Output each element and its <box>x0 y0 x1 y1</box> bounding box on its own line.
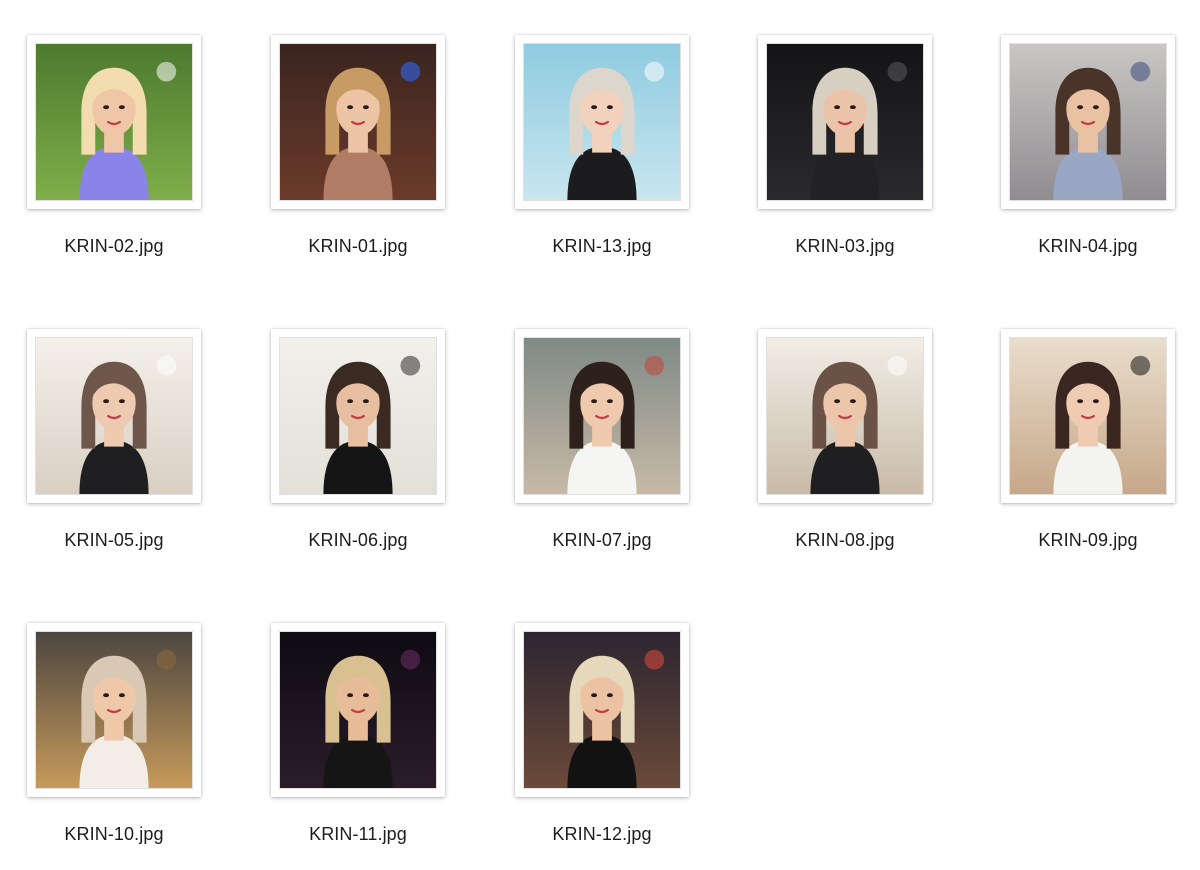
file-item[interactable]: KRIN-07.jpg <box>502 329 702 589</box>
photo-preview <box>279 43 437 201</box>
image-thumbnail[interactable] <box>515 35 689 209</box>
image-thumbnail[interactable] <box>271 329 445 503</box>
photo-preview <box>523 43 681 201</box>
image-thumbnail[interactable] <box>758 329 932 503</box>
file-name-label[interactable]: KRIN-06.jpg <box>258 530 458 551</box>
file-name-label[interactable]: KRIN-08.jpg <box>745 530 945 551</box>
image-thumbnail[interactable] <box>758 35 932 209</box>
photo-preview <box>35 337 193 495</box>
file-name-label[interactable]: KRIN-13.jpg <box>502 236 702 257</box>
image-thumbnail[interactable] <box>271 623 445 797</box>
file-name-label[interactable]: KRIN-01.jpg <box>258 236 458 257</box>
photo-preview <box>766 337 924 495</box>
file-name-label[interactable]: KRIN-09.jpg <box>988 530 1188 551</box>
photo-preview <box>35 43 193 201</box>
image-thumbnail[interactable] <box>27 623 201 797</box>
file-item[interactable]: KRIN-02.jpg <box>14 35 214 295</box>
file-item[interactable]: KRIN-04.jpg <box>988 35 1188 295</box>
image-thumbnail[interactable] <box>1001 35 1175 209</box>
photo-preview <box>766 43 924 201</box>
file-item[interactable]: KRIN-06.jpg <box>258 329 458 589</box>
image-thumbnail[interactable] <box>515 623 689 797</box>
photo-preview <box>523 631 681 789</box>
file-name-label[interactable]: KRIN-10.jpg <box>14 824 214 845</box>
image-thumbnail[interactable] <box>515 329 689 503</box>
file-item[interactable]: KRIN-01.jpg <box>258 35 458 295</box>
file-name-label[interactable]: KRIN-04.jpg <box>988 236 1188 257</box>
photo-preview <box>279 631 437 789</box>
file-item[interactable]: KRIN-10.jpg <box>14 623 214 870</box>
image-thumbnail[interactable] <box>271 35 445 209</box>
photo-preview <box>1009 43 1167 201</box>
photo-preview <box>279 337 437 495</box>
file-name-label[interactable]: KRIN-07.jpg <box>502 530 702 551</box>
image-thumbnail[interactable] <box>1001 329 1175 503</box>
file-name-label[interactable]: KRIN-05.jpg <box>14 530 214 551</box>
file-name-label[interactable]: KRIN-12.jpg <box>502 824 702 845</box>
file-grid: KRIN-02.jpg KRIN-01.jpg KRIN-13.jpg KRIN… <box>0 0 1200 870</box>
file-item[interactable]: KRIN-09.jpg <box>988 329 1188 589</box>
image-thumbnail[interactable] <box>27 35 201 209</box>
photo-preview <box>35 631 193 789</box>
file-item[interactable]: KRIN-12.jpg <box>502 623 702 870</box>
file-item[interactable]: KRIN-11.jpg <box>258 623 458 870</box>
file-item[interactable]: KRIN-08.jpg <box>745 329 945 589</box>
photo-preview <box>1009 337 1167 495</box>
file-name-label[interactable]: KRIN-02.jpg <box>14 236 214 257</box>
file-name-label[interactable]: KRIN-03.jpg <box>745 236 945 257</box>
file-item[interactable]: KRIN-03.jpg <box>745 35 945 295</box>
file-item[interactable]: KRIN-13.jpg <box>502 35 702 295</box>
file-item[interactable]: KRIN-05.jpg <box>14 329 214 589</box>
file-name-label[interactable]: KRIN-11.jpg <box>258 824 458 845</box>
photo-preview <box>523 337 681 495</box>
image-thumbnail[interactable] <box>27 329 201 503</box>
